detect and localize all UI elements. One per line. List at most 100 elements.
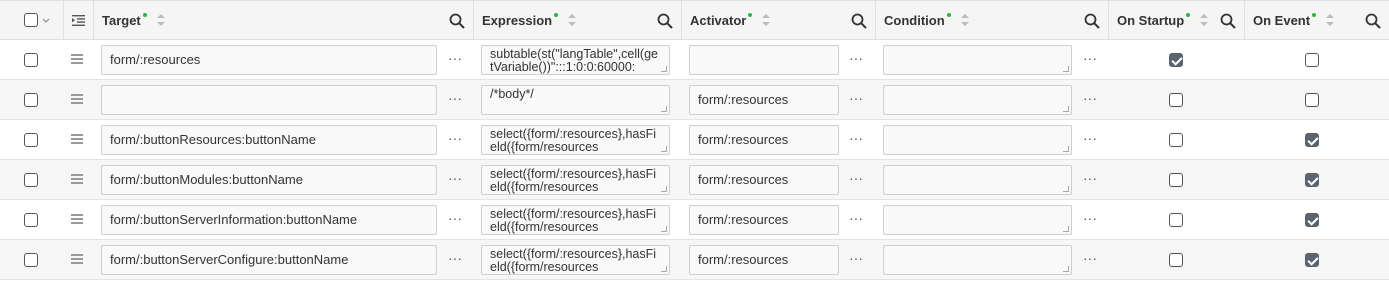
grid-header: Target Expression Activator Condition On… bbox=[0, 0, 1389, 40]
activator-input[interactable] bbox=[689, 45, 839, 75]
expression-textarea[interactable]: select({form/:resources},hasField({form/… bbox=[481, 125, 670, 155]
search-icon[interactable] bbox=[1365, 13, 1381, 29]
search-icon[interactable] bbox=[449, 13, 465, 29]
on-startup-checkbox[interactable] bbox=[1169, 93, 1183, 107]
search-icon[interactable] bbox=[851, 13, 867, 29]
activator-input[interactable]: form/:resources bbox=[689, 125, 839, 155]
target-input[interactable]: form/:resources bbox=[101, 45, 437, 75]
ellipsis-icon[interactable]: ··· bbox=[1082, 51, 1098, 65]
row-select-checkbox[interactable] bbox=[24, 93, 38, 107]
activator-input[interactable]: form/:resources bbox=[689, 85, 839, 115]
drag-handle-icon[interactable] bbox=[71, 214, 83, 224]
on-startup-checkbox[interactable] bbox=[1169, 133, 1183, 147]
column-label-expression: Expression bbox=[482, 12, 553, 28]
on-startup-checkbox[interactable] bbox=[1169, 213, 1183, 227]
target-input[interactable]: form/:buttonServerConfigure:buttonName bbox=[101, 245, 437, 275]
ellipsis-icon[interactable]: ··· bbox=[1082, 131, 1098, 145]
condition-textarea[interactable] bbox=[883, 245, 1072, 275]
ellipsis-icon[interactable]: ··· bbox=[447, 91, 463, 105]
condition-textarea[interactable] bbox=[883, 125, 1072, 155]
select-all-checkbox[interactable] bbox=[24, 13, 38, 27]
ellipsis-icon[interactable]: ··· bbox=[1082, 211, 1098, 225]
column-header-activator[interactable]: Activator bbox=[682, 1, 876, 39]
condition-textarea[interactable] bbox=[883, 165, 1072, 195]
search-icon[interactable] bbox=[1220, 13, 1236, 29]
ellipsis-icon[interactable]: ··· bbox=[848, 251, 864, 265]
on-startup-checkbox[interactable] bbox=[1169, 53, 1183, 67]
on-event-checkbox[interactable] bbox=[1305, 253, 1319, 267]
ellipsis-icon[interactable]: ··· bbox=[447, 51, 463, 65]
target-input[interactable]: form/:buttonResources:buttonName bbox=[101, 125, 437, 155]
ellipsis-icon[interactable]: ··· bbox=[848, 51, 864, 65]
ellipsis-icon[interactable]: ··· bbox=[848, 91, 864, 105]
activator-input[interactable]: form/:resources bbox=[689, 165, 839, 195]
column-header-target[interactable]: Target bbox=[94, 1, 474, 39]
on-event-checkbox[interactable] bbox=[1305, 133, 1319, 147]
search-icon[interactable] bbox=[657, 13, 673, 29]
ellipsis-icon[interactable]: ··· bbox=[1082, 251, 1098, 265]
row-select-checkbox[interactable] bbox=[24, 253, 38, 267]
sort-icon[interactable] bbox=[156, 14, 165, 26]
column-header-on-event[interactable]: On Event bbox=[1245, 1, 1389, 39]
required-dot bbox=[142, 13, 147, 17]
target-input[interactable]: form/:buttonServerInformation:buttonName bbox=[101, 205, 437, 235]
on-event-checkbox[interactable] bbox=[1305, 173, 1319, 187]
table-row: form/:buttonServerInformation:buttonName… bbox=[0, 200, 1389, 240]
required-dot bbox=[554, 13, 559, 17]
search-icon[interactable] bbox=[1084, 13, 1100, 29]
column-header-on-startup[interactable]: On Startup bbox=[1109, 1, 1245, 39]
ellipsis-icon[interactable]: ··· bbox=[447, 171, 463, 185]
on-event-checkbox[interactable] bbox=[1305, 93, 1319, 107]
row-select-checkbox[interactable] bbox=[24, 133, 38, 147]
sort-icon[interactable] bbox=[568, 14, 577, 26]
sort-icon[interactable] bbox=[1326, 14, 1335, 26]
expression-textarea[interactable]: select({form/:resources},hasField({form/… bbox=[481, 165, 670, 195]
expression-textarea[interactable]: /*body*/ bbox=[481, 85, 670, 115]
chevron-down-icon[interactable] bbox=[42, 18, 50, 24]
on-startup-checkbox[interactable] bbox=[1169, 253, 1183, 267]
on-event-checkbox[interactable] bbox=[1305, 53, 1319, 67]
expression-textarea[interactable]: subtable(st("langTable",cell(getVariable… bbox=[481, 45, 670, 75]
drag-handle-icon[interactable] bbox=[71, 254, 83, 264]
ellipsis-icon[interactable]: ··· bbox=[447, 251, 463, 265]
column-label-on-startup: On Startup bbox=[1117, 12, 1185, 28]
drag-handle-icon[interactable] bbox=[71, 94, 83, 104]
activator-input[interactable]: form/:resources bbox=[689, 245, 839, 275]
ellipsis-icon[interactable]: ··· bbox=[1082, 91, 1098, 105]
ellipsis-icon[interactable]: ··· bbox=[848, 171, 864, 185]
sort-icon[interactable] bbox=[960, 14, 969, 26]
row-select-checkbox[interactable] bbox=[24, 173, 38, 187]
row-select-checkbox[interactable] bbox=[24, 53, 38, 67]
sort-icon[interactable] bbox=[762, 14, 771, 26]
ellipsis-icon[interactable]: ··· bbox=[848, 211, 864, 225]
sort-icon[interactable] bbox=[1200, 14, 1209, 26]
on-startup-checkbox[interactable] bbox=[1169, 173, 1183, 187]
expression-textarea[interactable]: select({form/:resources},hasField({form/… bbox=[481, 205, 670, 235]
ellipsis-icon[interactable]: ··· bbox=[848, 131, 864, 145]
drag-handle-icon[interactable] bbox=[71, 174, 83, 184]
table-row: form/:buttonModules:buttonName ··· selec… bbox=[0, 160, 1389, 200]
on-event-checkbox[interactable] bbox=[1305, 213, 1319, 227]
column-header-condition[interactable]: Condition bbox=[876, 1, 1109, 39]
required-dot bbox=[946, 13, 951, 17]
expression-textarea[interactable]: select({form/:resources},hasField({form/… bbox=[481, 245, 670, 275]
ellipsis-icon[interactable]: ··· bbox=[1082, 171, 1098, 185]
header-indent-cell bbox=[64, 1, 94, 39]
required-dot bbox=[1186, 13, 1191, 17]
drag-handle-icon[interactable] bbox=[71, 134, 83, 144]
target-input[interactable]: form/:buttonModules:buttonName bbox=[101, 165, 437, 195]
condition-textarea[interactable] bbox=[883, 205, 1072, 235]
activator-input[interactable]: form/:resources bbox=[689, 205, 839, 235]
condition-textarea[interactable] bbox=[883, 85, 1072, 115]
row-select-checkbox[interactable] bbox=[24, 213, 38, 227]
condition-textarea[interactable] bbox=[883, 45, 1072, 75]
required-dot bbox=[748, 13, 753, 17]
drag-handle-icon[interactable] bbox=[71, 54, 83, 64]
table-row: form/:buttonServerConfigure:buttonName ·… bbox=[0, 240, 1389, 280]
indent-icon[interactable] bbox=[72, 15, 85, 26]
ellipsis-icon[interactable]: ··· bbox=[447, 211, 463, 225]
ellipsis-icon[interactable]: ··· bbox=[447, 131, 463, 145]
target-input[interactable] bbox=[101, 85, 437, 115]
table-row: form/:buttonResources:buttonName ··· sel… bbox=[0, 120, 1389, 160]
column-header-expression[interactable]: Expression bbox=[474, 1, 682, 39]
